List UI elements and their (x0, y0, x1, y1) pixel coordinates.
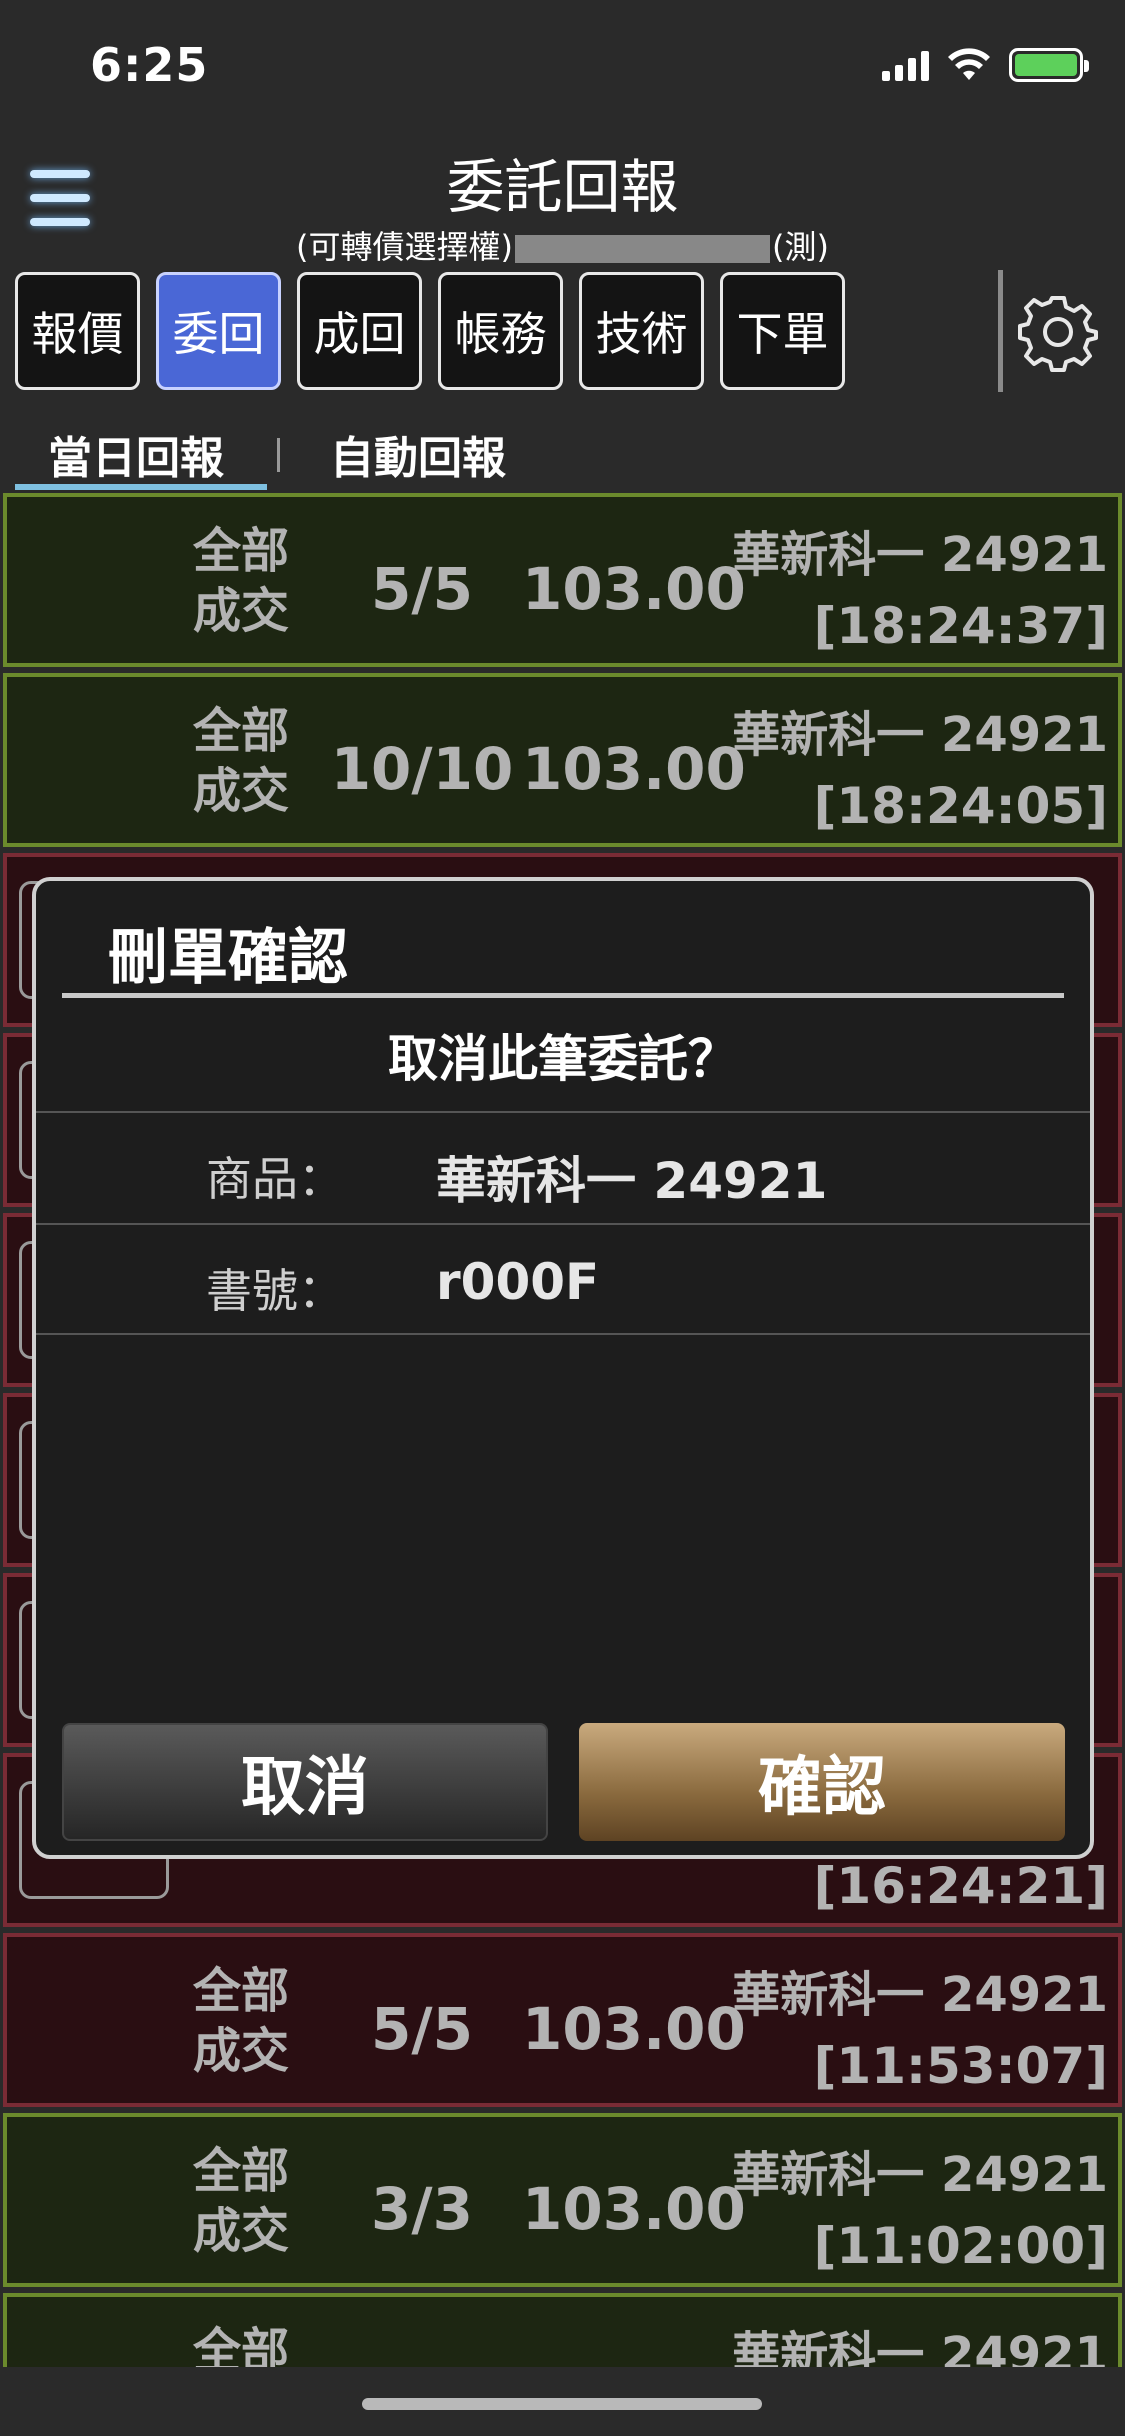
order-status: 全部 成交 (193, 523, 290, 639)
battery-icon (1009, 48, 1089, 82)
subtab-separator (277, 438, 280, 472)
order-time: [11:53:07] (813, 2037, 1108, 2095)
order-product: 華新科一 24921 (732, 527, 1108, 583)
order-row[interactable]: 全部 成交 5/5 103.00 華新科一 24921 [11:53:07] (3, 1933, 1122, 2107)
function-tabs: 報價 委回 成回 帳務 技術 下單 (15, 272, 845, 390)
dialog-title-divider (62, 993, 1064, 998)
dialog-question: 取消此筆委託？ (388, 1030, 738, 1088)
status-bar: 6:25 (0, 0, 1125, 135)
subtab-active-indicator (15, 484, 267, 490)
order-quantity: 3/3 (371, 2175, 473, 2243)
account-type: (可轉債選擇權) (296, 228, 513, 266)
order-number-label: 書號： (206, 1264, 344, 1318)
gear-icon[interactable] (1018, 292, 1098, 372)
order-time: [16:24:21] (813, 1857, 1108, 1915)
order-product: 華新科一 24921 (732, 707, 1108, 763)
dialog-title: 刪單確認 (108, 923, 348, 993)
product-value: 華新科一 24921 (436, 1152, 828, 1210)
cellular-signal-icon (882, 49, 929, 81)
order-status: 全部 成交 (193, 2143, 290, 2259)
order-quantity: 5/5 (371, 1995, 473, 2063)
product-label: 商品： (206, 1152, 344, 1206)
cancel-button[interactable]: 取消 (62, 1723, 548, 1841)
order-price: 103.00 (522, 555, 746, 623)
order-price: 103.00 (522, 2175, 746, 2243)
order-product: 華新科一 24921 (732, 2327, 1108, 2367)
subtab-auto-report[interactable]: 自動回報 (330, 422, 506, 486)
delete-confirm-dialog: 刪單確認 取消此筆委託？ 商品： 華新科一 24921 書號： r000F 取消… (32, 877, 1094, 1859)
report-subtabs: 當日回報 自動回報 (15, 410, 1125, 490)
order-time: [18:24:05] (813, 777, 1108, 835)
order-product: 華新科一 24921 (732, 1967, 1108, 2023)
order-number-value: r000F (436, 1253, 600, 1311)
account-env: (測) (772, 228, 829, 266)
tab-divider (998, 270, 1003, 392)
tab-order-report[interactable]: 委回 (156, 272, 281, 390)
order-row[interactable]: 全部 成交 3/3 103.00 華新科一 24921 [11:02:00] (3, 2113, 1122, 2287)
order-row[interactable]: 全部 成交 5/5 103.00 華新科一 24921 [18:24:37] (3, 493, 1122, 667)
order-price: 103.00 (522, 735, 746, 803)
order-status: 全部 成交 (193, 1963, 290, 2079)
order-quantity: 10/10 (330, 735, 514, 803)
dialog-order-number-row: 書號： r000F (36, 1223, 1090, 1335)
status-icons (882, 48, 1089, 82)
order-status: 全部 (193, 2323, 290, 2367)
account-subtitle: (可轉債選擇權) (測) (0, 222, 1125, 268)
tab-account[interactable]: 帳務 (438, 272, 563, 390)
status-time: 6:25 (90, 38, 209, 92)
tab-place-order[interactable]: 下單 (720, 272, 845, 390)
order-price: 103.00 (522, 1995, 746, 2063)
order-status: 全部 成交 (193, 703, 290, 819)
home-indicator[interactable] (362, 2398, 762, 2410)
order-time: [18:24:37] (813, 597, 1108, 655)
order-row[interactable]: 全部 華新科一 24921 (3, 2293, 1122, 2367)
wifi-icon (948, 48, 990, 80)
tab-fill-report[interactable]: 成回 (297, 272, 422, 390)
order-row[interactable]: 全部 成交 10/10 103.00 華新科一 24921 [18:24:05] (3, 673, 1122, 847)
page-title: 委託回報 (446, 153, 679, 221)
order-time: [11:02:00] (813, 2217, 1108, 2275)
tab-technical[interactable]: 技術 (579, 272, 704, 390)
masked-account (515, 235, 770, 263)
order-quantity: 5/5 (371, 555, 473, 623)
order-product: 華新科一 24921 (732, 2147, 1108, 2203)
dialog-product-row: 商品： 華新科一 24921 (36, 1111, 1090, 1223)
confirm-button[interactable]: 確認 (579, 1723, 1065, 1841)
subtab-today-report[interactable]: 當日回報 (48, 422, 224, 486)
tab-quote[interactable]: 報價 (15, 272, 140, 390)
